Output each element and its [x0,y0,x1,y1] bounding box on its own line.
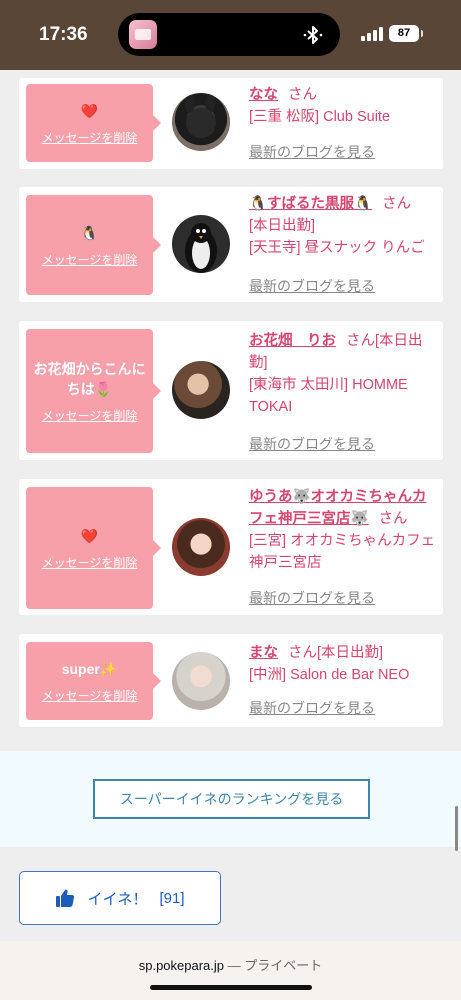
honorific: さん [288,87,317,103]
shop-info: [中洲] Salon de Bar NEO [249,667,410,683]
blog-link[interactable]: 最新のブログを見る [249,142,375,162]
blog-link[interactable]: 最新のブログを見る [249,276,375,296]
status-time: 17:36 [39,24,88,45]
cast-name-link[interactable]: 🐧すばるた黒服🐧 [249,196,372,212]
status-bar: 17:36 87 [0,0,461,70]
honorific: さん [288,645,317,661]
url-separator: — [224,958,245,973]
blog-link[interactable]: 最新のブログを見る [249,698,375,718]
shop-info: [三宮] オオカミちゃんカフェ神戸三宮店 [249,533,436,571]
attendance-badge: [本日出勤] [317,645,384,661]
cast-info: お花畑 りお さん[本日出勤] [東海市 太田川] HOMME TOKAI [249,330,437,418]
message-bubble: 🐧 メッセージを削除 [26,195,161,295]
blog-link[interactable]: 最新のブログを見る [249,434,375,454]
avatar[interactable] [172,215,230,273]
honorific: さん [378,511,408,527]
like-button[interactable]: イイネ！ [91] [19,871,221,925]
url-bar[interactable]: sp.pokepara.jp — プライベート [0,941,461,1000]
ranking-button[interactable]: スーパーイイネのランキングを見る [93,779,370,819]
attendance-badge: [本日出勤] [249,218,316,234]
message-text: 🐧 [80,224,99,241]
delete-message-link[interactable]: メッセージを削除 [42,129,138,146]
url-host: sp.pokepara.jp [138,958,225,973]
message-bubble: super✨ メッセージを削除 [26,642,161,720]
delete-message-link[interactable]: メッセージを削除 [42,554,138,571]
cast-name-link[interactable]: まな [249,645,278,661]
cast-info: 🐧すばるた黒服🐧 さん [本日出勤] [天王寺] 昼スナック りんご [249,193,437,259]
cellular-signal-icon [361,27,383,41]
message-card: ❤️ メッセージを削除 ゆうあ🐺オオカミちゃんカフェ神戸三宮店🐺 さん [三宮] … [19,479,443,615]
like-count: [91] [159,889,185,907]
url-text: sp.pokepara.jp — プライベート [0,955,461,974]
message-bubble: ❤️ メッセージを削除 [26,487,161,609]
avatar[interactable] [172,518,230,576]
cast-name-link[interactable]: お花畑 りお [249,333,336,349]
like-label: イイネ！ [87,890,148,908]
home-indicator[interactable] [150,985,312,990]
honorific: さん [346,333,375,349]
delete-message-link[interactable]: メッセージを削除 [42,687,138,704]
cast-name-link[interactable]: なな [249,87,278,103]
battery-icon: 87 [389,25,423,42]
dynamic-island[interactable] [118,13,340,56]
cast-info: なな さん [三重 松阪] Club Suite [249,84,437,128]
message-bubble: ❤️ メッセージを削除 [26,84,161,162]
avatar[interactable] [172,93,230,151]
private-mode-label: プライベート [244,958,323,973]
ranking-section: スーパーイイネのランキングを見る [0,751,461,847]
app-thumbnail-icon [129,20,157,49]
shop-info: [天王寺] 昼スナック りんご [249,240,425,256]
message-text: ❤️ [80,527,99,544]
scrollbar[interactable] [455,806,458,851]
penguin-costume-icon [185,223,217,273]
cast-info: ゆうあ🐺オオカミちゃんカフェ神戸三宮店🐺 さん [三宮] オオカミちゃんカフェ神戸… [249,486,437,574]
message-bubble: お花畑からこんにちは🌷 メッセージを削除 [26,329,161,453]
bluetooth-icon [303,26,323,44]
delete-message-link[interactable]: メッセージを削除 [42,251,138,268]
message-text: ❤️ [80,102,99,119]
delete-message-link[interactable]: メッセージを削除 [42,407,138,424]
avatar[interactable] [172,652,230,710]
message-card: ❤️ メッセージを削除 なな さん [三重 松阪] Club Suite 最新のブ… [19,78,443,169]
cast-info: まな さん[本日出勤] [中洲] Salon de Bar NEO [249,642,437,686]
message-card: 🐧 メッセージを削除 🐧すばるた黒服🐧 さん [本日出勤] [天王寺] 昼スナック… [19,187,443,302]
bunny-ears-icon [185,93,216,138]
thumbs-up-icon [56,889,75,907]
message-card: super✨ メッセージを削除 まな さん[本日出勤] [中洲] Salon de… [19,634,443,727]
blog-link[interactable]: 最新のブログを見る [249,588,375,608]
shop-info: [三重 松阪] Club Suite [249,109,391,125]
message-text: super✨ [61,660,118,677]
shop-info: [東海市 太田川] HOMME TOKAI [249,377,408,415]
avatar[interactable] [172,361,230,419]
message-card: お花畑からこんにちは🌷 メッセージを削除 お花畑 りお さん[本日出勤] [東海市… [19,321,443,460]
honorific: さん [382,196,412,212]
message-text: お花畑からこんにちは🌷 [33,360,146,397]
